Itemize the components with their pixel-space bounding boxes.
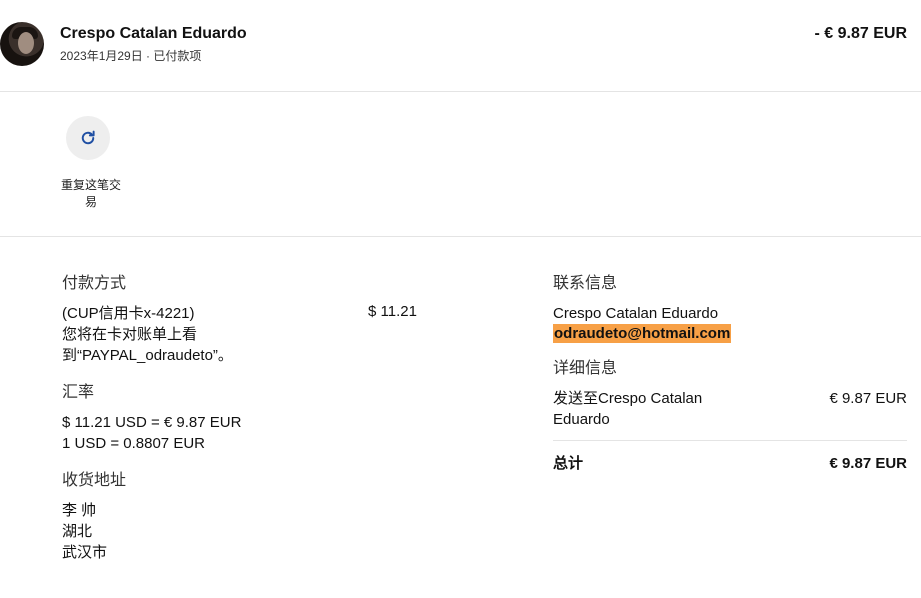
details-title: 详细信息 [553, 360, 618, 377]
contact-email[interactable]: odraudeto@hotmail.com [553, 324, 732, 343]
payment-method-card: (CUP信用卡x-4221) [62, 305, 195, 322]
payment-method-amount: $ 11.21 [368, 303, 417, 320]
actions-section: 重复这笔交易 [0, 92, 921, 237]
shipping-address-province: 湖北 [62, 523, 93, 540]
exchange-rate-unit: 1 USD = 0.8807 EUR [62, 435, 205, 452]
refresh-icon [81, 130, 95, 145]
details-item-row: 发送至Crespo Catalan Eduardo € 9.87 EUR [553, 388, 907, 430]
details-item-label: 发送至Crespo Catalan Eduardo [553, 390, 703, 428]
payment-details-column: 付款方式 (CUP信用卡x-4221) 您将在卡对账单上看到“PAYPAL_od… [62, 274, 422, 563]
shipping-address-title: 收货地址 [62, 472, 127, 489]
repeat-transaction-button[interactable] [66, 116, 110, 160]
details-divider [553, 440, 907, 441]
transaction-amount: - € 9.87 EUR [814, 25, 907, 42]
exchange-rate-conversion: $ 11.21 USD = € 9.87 EUR [62, 414, 242, 431]
total-row: 总计 € 9.87 EUR [553, 453, 907, 474]
avatar-face [18, 32, 34, 54]
contact-details-column: 联系信息 Crespo Catalan Eduardo odraudeto@ho… [553, 274, 907, 474]
details-item-value: € 9.87 EUR [829, 390, 907, 407]
exchange-rate-title: 汇率 [62, 384, 95, 401]
payment-method-text: (CUP信用卡x-4221) 您将在卡对账单上看到“PAYPAL_odraude… [62, 303, 233, 366]
contact-name: Crespo Catalan Eduardo [553, 305, 719, 322]
payment-method-title: 付款方式 [62, 275, 127, 292]
shipping-address-city: 武汉市 [62, 544, 108, 561]
shipping-address-name: 李 帅 [62, 502, 97, 519]
repeat-transaction-label[interactable]: 重复这笔交易 [56, 177, 126, 211]
contact-info-title: 联系信息 [553, 275, 618, 292]
transaction-date-status: 2023年1月29日 · 已付款项 [60, 49, 202, 63]
statement-note: 您将在卡对账单上看到“PAYPAL_odraudeto”。 [62, 326, 233, 364]
avatar [0, 22, 44, 66]
total-value: € 9.87 EUR [829, 455, 907, 472]
counterparty-name: Crespo Catalan Eduardo [60, 25, 247, 42]
transaction-header: Crespo Catalan Eduardo 2023年1月29日 · 已付款项… [0, 0, 921, 92]
payment-method-row: (CUP信用卡x-4221) 您将在卡对账单上看到“PAYPAL_odraude… [62, 303, 422, 366]
